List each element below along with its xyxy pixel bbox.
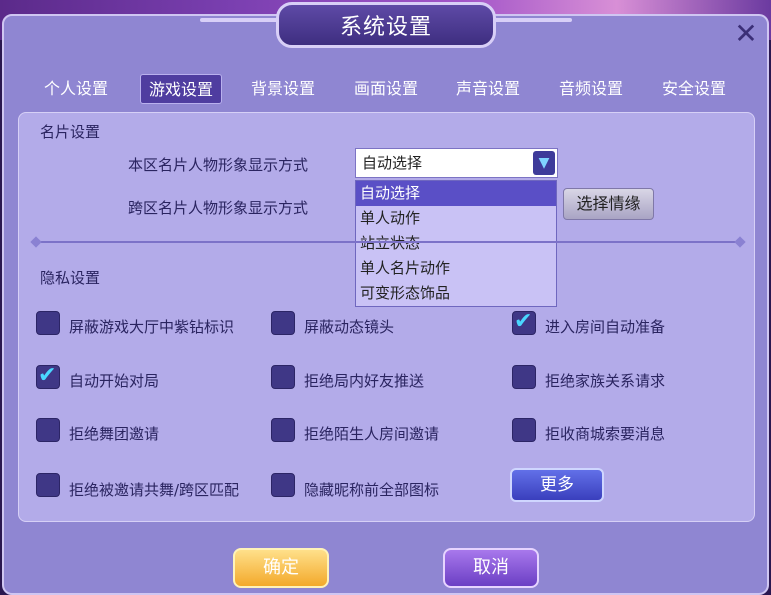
checkbox-label: 拒绝局内好友推送 xyxy=(304,372,425,390)
checkbox-reject-family[interactable] xyxy=(512,365,536,389)
dialog-title: 系统设置 xyxy=(276,2,496,48)
dropdown-option[interactable]: 自动选择 xyxy=(356,181,556,206)
section-divider xyxy=(30,236,746,248)
checkbox-label: 拒绝舞团邀请 xyxy=(69,425,160,443)
checkbox-block-purple-diamond[interactable] xyxy=(36,311,60,335)
checkbox-label: 进入房间自动准备 xyxy=(545,318,666,336)
card-display-select[interactable]: 自动选择 ▼ xyxy=(355,148,558,178)
tab-display[interactable]: 画面设置 xyxy=(346,74,426,104)
title-ornament-right xyxy=(492,18,572,22)
checkmark-icon: ✔ xyxy=(38,363,57,388)
card-display-dropdown: 自动选择 单人动作 站立状态 单人名片动作 可变形态饰品 xyxy=(355,180,557,307)
checkbox-label: 拒绝家族关系请求 xyxy=(545,372,666,390)
tab-bar: 个人设置 游戏设置 背景设置 画面设置 声音设置 音频设置 安全设置 xyxy=(20,70,760,106)
checkbox-label: 自动开始对局 xyxy=(69,372,160,390)
dropdown-option[interactable]: 单人动作 xyxy=(356,206,556,231)
dropdown-option[interactable]: 站立状态 xyxy=(356,231,556,256)
checkbox-label: 拒绝被邀请共舞/跨区匹配 xyxy=(69,481,240,499)
close-icon[interactable]: ✕ xyxy=(732,20,760,48)
tab-security[interactable]: 安全设置 xyxy=(654,74,734,104)
checkbox-reject-troupe[interactable] xyxy=(36,418,60,442)
more-button[interactable]: 更多 xyxy=(510,468,604,502)
checkbox-label: 隐藏昵称前全部图标 xyxy=(304,481,440,499)
checkbox-label: 拒收商城索要消息 xyxy=(545,425,666,443)
checkbox-block-dynamic-camera[interactable] xyxy=(271,311,295,335)
tab-sound[interactable]: 声音设置 xyxy=(448,74,528,104)
tab-background[interactable]: 背景设置 xyxy=(243,74,323,104)
checkbox-label: 屏蔽游戏大厅中紫钻标识 xyxy=(69,318,235,336)
tab-personal[interactable]: 个人设置 xyxy=(36,74,116,104)
cross-card-display-label: 跨区名片人物形象显示方式 xyxy=(128,199,309,217)
dropdown-option[interactable]: 单人名片动作 xyxy=(356,256,556,281)
dropdown-option[interactable]: 可变形态饰品 xyxy=(356,281,556,306)
dropdown-arrow-icon[interactable]: ▼ xyxy=(533,151,555,175)
checkbox-auto-ready[interactable]: ✔ xyxy=(512,309,536,335)
checkbox-hide-nickname-icons[interactable] xyxy=(271,473,295,497)
checkbox-reject-stranger-room[interactable] xyxy=(271,418,295,442)
choose-partner-button[interactable]: 选择情缘 xyxy=(563,188,654,220)
checkbox-reject-dance-invite[interactable] xyxy=(36,473,60,497)
tab-game[interactable]: 游戏设置 xyxy=(140,74,222,104)
checkbox-label: 拒绝陌生人房间邀请 xyxy=(304,425,440,443)
local-card-display-label: 本区名片人物形象显示方式 xyxy=(128,156,309,174)
card-settings-title: 名片设置 xyxy=(40,123,101,141)
checkmark-icon: ✔ xyxy=(514,309,533,334)
cancel-button[interactable]: 取消 xyxy=(443,548,539,588)
checkbox-reject-shop-request[interactable] xyxy=(512,418,536,442)
tab-audio[interactable]: 音频设置 xyxy=(551,74,631,104)
title-ornament-left xyxy=(200,18,280,22)
select-value: 自动选择 xyxy=(362,154,423,172)
privacy-settings-title: 隐私设置 xyxy=(40,269,101,287)
checkbox-auto-start[interactable]: ✔ xyxy=(36,363,60,389)
checkbox-label: 屏蔽动态镜头 xyxy=(304,318,395,336)
checkbox-reject-friend-push[interactable] xyxy=(271,365,295,389)
confirm-button[interactable]: 确定 xyxy=(233,548,329,588)
